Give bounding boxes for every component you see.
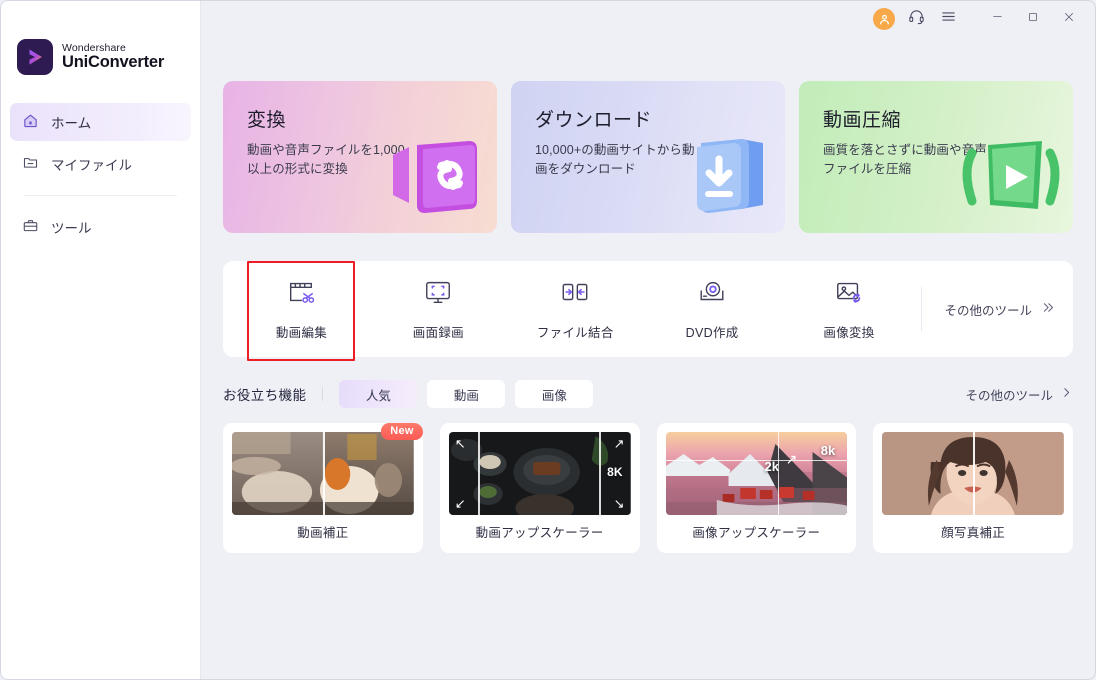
arrow-top-right-icon: ↗: [613, 436, 625, 451]
sidebar-item-label: ツール: [51, 221, 92, 236]
hero-card-convert[interactable]: 変換 動画や音声ファイルを1,000以上の形式に変換: [223, 81, 497, 233]
sidebar-item-label: ホーム: [51, 116, 92, 131]
main-content: 変換 動画や音声ファイルを1,000以上の形式に変換 ダウンロード 10,000…: [201, 37, 1095, 679]
feature-label: 顔写真補正: [941, 526, 1006, 540]
tool-label: 動画編集: [275, 326, 328, 340]
hamburger-menu-icon: [940, 8, 957, 30]
tools-strip: 動画編集 画面録画 ファイル結合 DVD作成 画像変換 その他のツール: [223, 261, 1073, 357]
screen-record-icon: [423, 277, 453, 312]
download-icon: [667, 119, 777, 229]
feature-card-portrait-retouch[interactable]: 顔写真補正: [873, 423, 1073, 553]
filter-chip-popular[interactable]: 人気: [339, 380, 418, 408]
merge-files-icon: [560, 277, 590, 312]
maximize-icon: [1027, 10, 1039, 28]
feature-card-video-upscaler[interactable]: ↖ ↗ ↙ ↘ 8K 動画アップスケーラー: [439, 423, 640, 553]
close-icon: [1062, 10, 1076, 29]
village-upscale-thumb: 8k 2k ↗: [665, 432, 848, 515]
tool-label: 画面録画: [412, 326, 464, 340]
uniconverter-logo-icon: [17, 39, 53, 75]
resolution-tag-high: 8k: [820, 443, 836, 458]
tool-merge-files[interactable]: ファイル結合: [507, 263, 644, 355]
before-after-divider: [973, 432, 976, 515]
feature-label: 画像アップスケーラー: [692, 526, 821, 540]
image-convert-icon: [834, 277, 864, 312]
minimize-button[interactable]: [979, 4, 1015, 34]
account-avatar-button[interactable]: [869, 5, 899, 33]
brand-line-2: UniConverter: [62, 52, 165, 71]
app-logo: Wondershare UniConverter: [1, 1, 200, 75]
arrow-bottom-right-icon: ↘: [613, 496, 625, 511]
tools-more-label: その他のツール: [944, 303, 1032, 318]
dvd-burn-icon: [697, 277, 727, 312]
feature-section-title: お役立ち機能: [223, 388, 307, 403]
maximize-button[interactable]: [1015, 4, 1051, 34]
window-controls: [979, 4, 1087, 34]
user-avatar-icon: [873, 8, 895, 30]
arrow-top-left-icon: ↖: [454, 436, 466, 451]
arrow-bottom-left-icon: ↙: [454, 496, 466, 511]
sidebar-item-home[interactable]: ホーム: [10, 103, 191, 141]
tool-label: ファイル結合: [536, 326, 614, 340]
filter-chip-image[interactable]: 画像: [515, 380, 594, 408]
tool-video-edit[interactable]: 動画編集: [233, 263, 370, 355]
hero-card-compress[interactable]: 動画圧縮 画質を落とさずに動画や音声ファイルを圧縮: [799, 81, 1073, 233]
compress-icon: [950, 119, 1065, 229]
hero-card-row: 変換 動画や音声ファイルを1,000以上の形式に変換 ダウンロード 10,000…: [223, 81, 1073, 233]
minimize-icon: [991, 10, 1004, 28]
tool-label: DVD作成: [685, 326, 739, 340]
app-window: Wondershare UniConverter ホーム マイファイル ツール …: [0, 0, 1096, 680]
sidebar-divider: [24, 195, 177, 196]
before-after-divider: [322, 432, 325, 515]
arrow-upscale-icon: ↗: [785, 451, 798, 467]
sidebar: Wondershare UniConverter ホーム マイファイル ツール: [1, 1, 201, 679]
tool-screen-record[interactable]: 画面録画: [370, 263, 507, 355]
double-chevron-right-icon: [1040, 300, 1055, 318]
toolbox-icon: [22, 217, 39, 237]
chevron-right-icon: [1060, 386, 1073, 402]
title-bar: [201, 1, 1095, 37]
feature-card-row: New 動画補正 ↖ ↗ ↙ ↘ 8K 動画アップスケーラー 8k 2k ↗ 画…: [223, 423, 1073, 553]
resolution-tag-low: 2k: [764, 459, 779, 474]
app-logo-text: Wondershare UniConverter: [62, 42, 165, 71]
headset-icon: [908, 8, 925, 30]
upscale-frame: [477, 432, 602, 515]
feature-card-video-enhance[interactable]: New 動画補正: [223, 423, 423, 553]
sidebar-nav: ホーム マイファイル ツール: [1, 103, 200, 246]
feature-more-button[interactable]: その他のツール: [965, 385, 1073, 404]
tools-more-button[interactable]: その他のツール: [921, 287, 1063, 331]
tool-label: 画像変換: [823, 326, 875, 340]
convert-icon: [379, 119, 489, 229]
home-icon: [22, 112, 39, 132]
hero-card-download[interactable]: ダウンロード 10,000+の動画サイトから動画をダウンロード: [511, 81, 785, 233]
portrait-before-after-thumb: [882, 432, 1064, 515]
food-upscale-thumb: ↖ ↗ ↙ ↘ 8K: [448, 432, 631, 515]
dog-before-after-thumb: [232, 432, 414, 515]
main-menu-button[interactable]: [933, 5, 963, 33]
sidebar-item-myfiles[interactable]: マイファイル: [10, 145, 191, 183]
sidebar-item-label: マイファイル: [51, 158, 132, 173]
resolution-tag: 8K: [607, 465, 623, 479]
feature-label: 動画アップスケーラー: [475, 526, 604, 540]
feature-label: 動画補正: [297, 526, 349, 540]
support-button[interactable]: [901, 5, 931, 33]
feature-card-image-upscaler[interactable]: 8k 2k ↗ 画像アップスケーラー: [656, 423, 857, 553]
upscale-frame-horizontal: [665, 460, 848, 462]
feature-more-label: その他のツール: [965, 388, 1053, 403]
close-button[interactable]: [1051, 4, 1087, 34]
folder-icon: [22, 154, 39, 174]
feature-filter-row: お役立ち機能 人気 動画 画像 その他のツール: [223, 379, 1073, 409]
tool-image-convert[interactable]: 画像変換: [781, 263, 918, 355]
video-edit-icon: [286, 277, 316, 312]
new-badge: New: [381, 423, 423, 440]
tool-dvd-burn[interactable]: DVD作成: [644, 263, 781, 355]
title-bar-actions: [869, 4, 1087, 34]
filter-chip-video[interactable]: 動画: [427, 380, 506, 408]
sidebar-item-tools[interactable]: ツール: [10, 208, 191, 246]
filter-divider: [322, 387, 324, 401]
